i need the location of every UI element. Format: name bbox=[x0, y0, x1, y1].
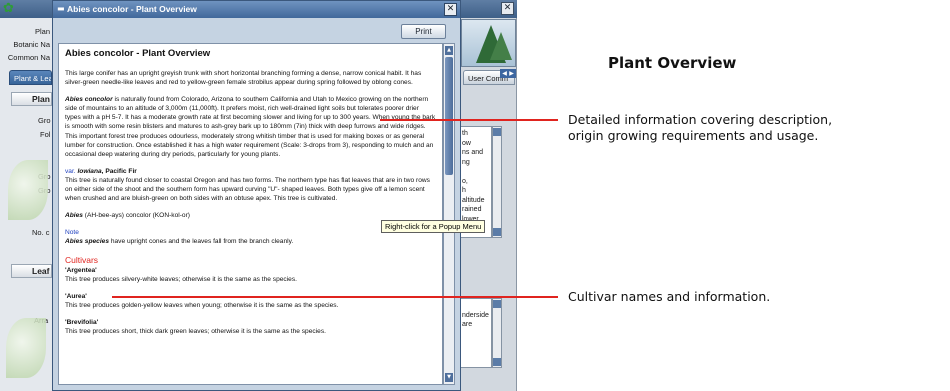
overview-content[interactable]: Abies concolor - Plant Overview This lar… bbox=[58, 43, 443, 385]
scroll-down-icon[interactable] bbox=[493, 228, 501, 236]
scroll-up-icon[interactable] bbox=[493, 128, 501, 136]
screenshot-stage: ✿ ✕ Plan Botanic Na Common Na Plant & Le… bbox=[0, 0, 950, 391]
variety-paragraph: This tree is naturally found closer to c… bbox=[65, 176, 430, 203]
annotation-title: Plant Overview bbox=[608, 54, 737, 72]
scroll-up-icon[interactable] bbox=[493, 300, 501, 308]
variety-heading: var. lowiana, Pacific Fir bbox=[65, 167, 436, 176]
scroll-down-icon[interactable]: ▼ bbox=[445, 373, 453, 382]
usage-paragraph: This important forest tree produces odou… bbox=[65, 132, 434, 158]
origin-text: is naturally found from Colorado, Arizon… bbox=[65, 96, 436, 131]
background-close-icon[interactable]: ✕ bbox=[501, 2, 514, 15]
note-species: Abies species bbox=[65, 238, 109, 246]
note-text: have upright cones and the leaves fall f… bbox=[108, 238, 294, 246]
variety-prefix: var. bbox=[65, 167, 78, 175]
panel-header-plant: Plan bbox=[11, 92, 52, 106]
variety-common-name: , Pacific Fir bbox=[101, 167, 137, 175]
background-scrollbar[interactable] bbox=[492, 298, 502, 368]
leaf-graphic bbox=[8, 160, 48, 220]
annotation-line-cultivars bbox=[112, 296, 558, 298]
print-button[interactable]: Print bbox=[401, 24, 446, 39]
side-label: No. c bbox=[32, 228, 50, 237]
pronunciation-text: (AH-bee-ays) concolor (KON-kol-or) bbox=[82, 212, 190, 220]
annotation-line-overview bbox=[380, 119, 558, 121]
panel-leaf-label: Leaf bbox=[32, 266, 50, 276]
popup-titlebar[interactable]: ▬ Abies concolor - Plant Overview ✕ bbox=[53, 1, 460, 18]
origin-paragraph: Abies concolor is naturally found from C… bbox=[65, 95, 436, 131]
window-menu-icon[interactable]: ▬ bbox=[57, 3, 67, 15]
document-heading: Abies concolor - Plant Overview bbox=[65, 48, 211, 59]
background-scrollbar[interactable] bbox=[492, 126, 502, 238]
app-leaf-icon: ✿ bbox=[3, 1, 14, 16]
tab-plant-and-leaf[interactable]: Plant & Lea bbox=[9, 70, 52, 85]
cultivar-name: 'Brevifolia' bbox=[65, 318, 99, 326]
background-text-box: nderside are bbox=[458, 298, 492, 368]
field-label-plant: Plan bbox=[34, 27, 50, 36]
scrollbar-thumb[interactable] bbox=[445, 57, 453, 175]
side-label: Fol bbox=[40, 130, 51, 139]
popup-title: Abies concolor - Plant Overview bbox=[67, 4, 197, 14]
tree-shape bbox=[490, 32, 512, 60]
pronunciation: Abies (AH-bee-ays) concolor (KON-kol-or) bbox=[65, 211, 436, 220]
species-name: Abies concolor bbox=[65, 96, 113, 104]
scroll-up-icon[interactable]: ▲ bbox=[445, 46, 453, 55]
cultivars-heading: Cultivars bbox=[65, 254, 99, 265]
annotation-cultivar-text: Cultivar names and information. bbox=[568, 289, 771, 304]
plant-photo bbox=[461, 19, 516, 67]
cultivar-description: This tree produces silvery-white leaves;… bbox=[65, 275, 297, 283]
leaf-graphic bbox=[6, 318, 46, 378]
description-paragraph: This large conifer has an upright greyis… bbox=[65, 70, 422, 87]
cultivar-name: 'Argentea' bbox=[65, 266, 97, 274]
close-icon[interactable]: ✕ bbox=[444, 3, 457, 16]
note-paragraph: Abies species have upright cones and the… bbox=[65, 237, 436, 246]
plant-overview-popup: ▬ Abies concolor - Plant Overview ✕ Prin… bbox=[52, 0, 461, 391]
genus-name: Abies bbox=[65, 212, 83, 220]
field-label-common-name: Common Na bbox=[7, 53, 50, 62]
panel-plant-label: Plan bbox=[32, 94, 50, 104]
variety-name: lowiana bbox=[77, 167, 102, 175]
side-label: Gro bbox=[38, 116, 51, 125]
scroll-down-icon[interactable] bbox=[493, 358, 501, 366]
tab-scroll-right-icon[interactable]: ▶ bbox=[507, 69, 516, 78]
cultivar-description: This tree produces short, thick dark gre… bbox=[65, 327, 326, 335]
content-scrollbar[interactable]: ▲ ▼ bbox=[443, 43, 455, 385]
field-label-botanic-name: Botanic Na bbox=[13, 40, 50, 49]
cultivar-description: This tree produces golden-yellow leaves … bbox=[65, 301, 339, 309]
panel-header-leaf: Leaf bbox=[11, 264, 52, 278]
popup-menu-tooltip: Right-click for a Popup Menu bbox=[381, 220, 486, 233]
annotation-overview-text: Detailed information covering descriptio… bbox=[568, 112, 833, 143]
